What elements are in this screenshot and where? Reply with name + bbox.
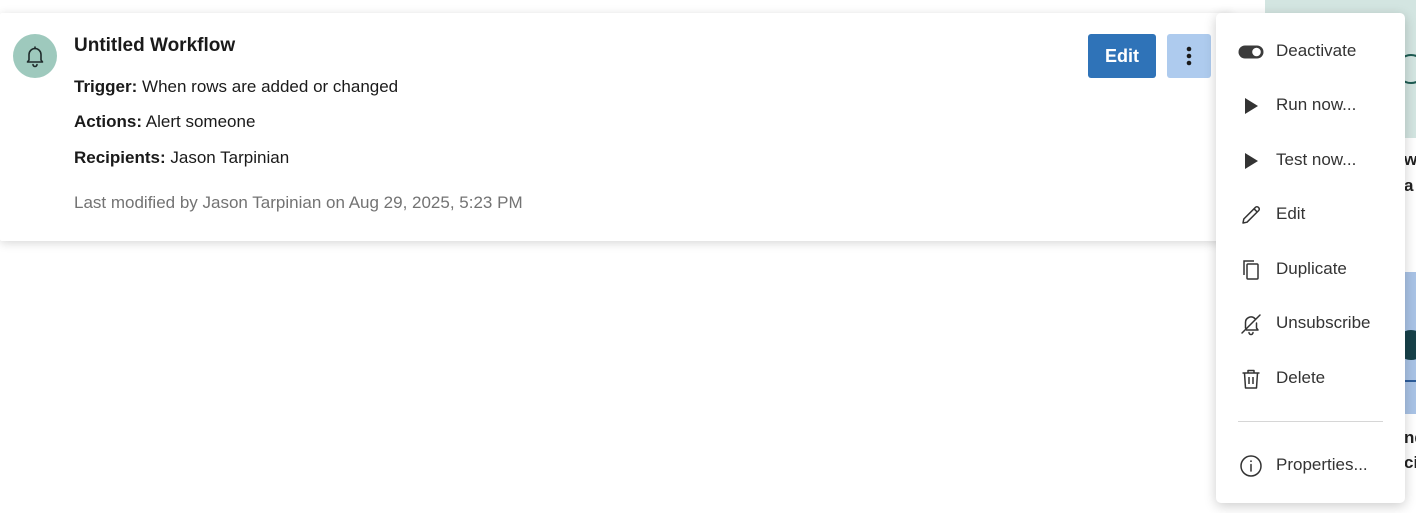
- menu-item-label: Test now...: [1276, 150, 1357, 169]
- menu-item-label: Duplicate: [1276, 259, 1347, 278]
- workflow-card: Untitled Workflow Trigger: When rows are…: [0, 13, 1232, 241]
- menu-item-label: Deactivate: [1276, 41, 1357, 60]
- background-text: wh: [1404, 150, 1416, 169]
- actions-label: Actions:: [74, 112, 142, 131]
- background-text: ci: [1404, 453, 1416, 472]
- trigger-value: When rows are added or changed: [142, 77, 399, 96]
- recipients-label: Recipients:: [74, 148, 166, 167]
- more-vertical-icon: [1186, 46, 1192, 66]
- menu-item-label: Properties...: [1276, 455, 1368, 474]
- menu-item-test-now[interactable]: Test now...: [1216, 141, 1405, 181]
- page: wh a a nd ci Untitled Workflow Trigger: …: [0, 0, 1416, 513]
- menu-item-label: Delete: [1276, 368, 1326, 387]
- menu-item-label: Run now...: [1276, 95, 1357, 114]
- background-text: a a: [1404, 176, 1416, 195]
- menu-item-label: Unsubscribe: [1276, 313, 1371, 332]
- workflow-trigger: Trigger: When rows are added or changed: [74, 77, 398, 97]
- workflow-avatar: [13, 34, 57, 78]
- trigger-label: Trigger:: [74, 77, 138, 96]
- more-options-button[interactable]: [1167, 34, 1211, 78]
- menu-item-duplicate[interactable]: Duplicate: [1216, 250, 1405, 290]
- pencil-icon: [1238, 203, 1264, 227]
- trash-icon: [1238, 367, 1264, 391]
- menu-item-deactivate[interactable]: Deactivate: [1216, 32, 1405, 72]
- toggle-icon: [1238, 40, 1264, 64]
- recipients-value: Jason Tarpinian: [170, 148, 290, 167]
- workflow-title: Untitled Workflow: [74, 35, 236, 56]
- menu-item-edit[interactable]: Edit: [1216, 195, 1405, 235]
- bell-icon: [23, 44, 47, 68]
- workflow-actions: Actions: Alert someone: [74, 112, 255, 132]
- menu-item-label: Edit: [1276, 204, 1306, 223]
- menu-item-run-now[interactable]: Run now...: [1216, 86, 1405, 126]
- workflow-recipients: Recipients: Jason Tarpinian: [74, 148, 289, 168]
- actions-value: Alert someone: [145, 112, 256, 131]
- play-icon: [1238, 94, 1264, 118]
- last-modified-text: Last modified by Jason Tarpinian on Aug …: [74, 193, 523, 212]
- copy-icon: [1238, 258, 1264, 282]
- menu-item-delete[interactable]: Delete: [1216, 359, 1405, 399]
- menu-item-properties[interactable]: Properties...: [1216, 446, 1405, 486]
- bell-off-icon: [1238, 312, 1264, 336]
- edit-workflow-button[interactable]: Edit: [1088, 34, 1156, 78]
- menu-item-unsubscribe[interactable]: Unsubscribe: [1216, 304, 1405, 344]
- info-icon: [1238, 454, 1264, 478]
- play-icon: [1238, 149, 1264, 173]
- background-text: nd: [1404, 428, 1416, 447]
- menu-divider: [1238, 421, 1383, 422]
- background-connector: [1405, 380, 1416, 382]
- workflow-options-menu: Deactivate Run now... Test now... Edit D…: [1216, 13, 1405, 503]
